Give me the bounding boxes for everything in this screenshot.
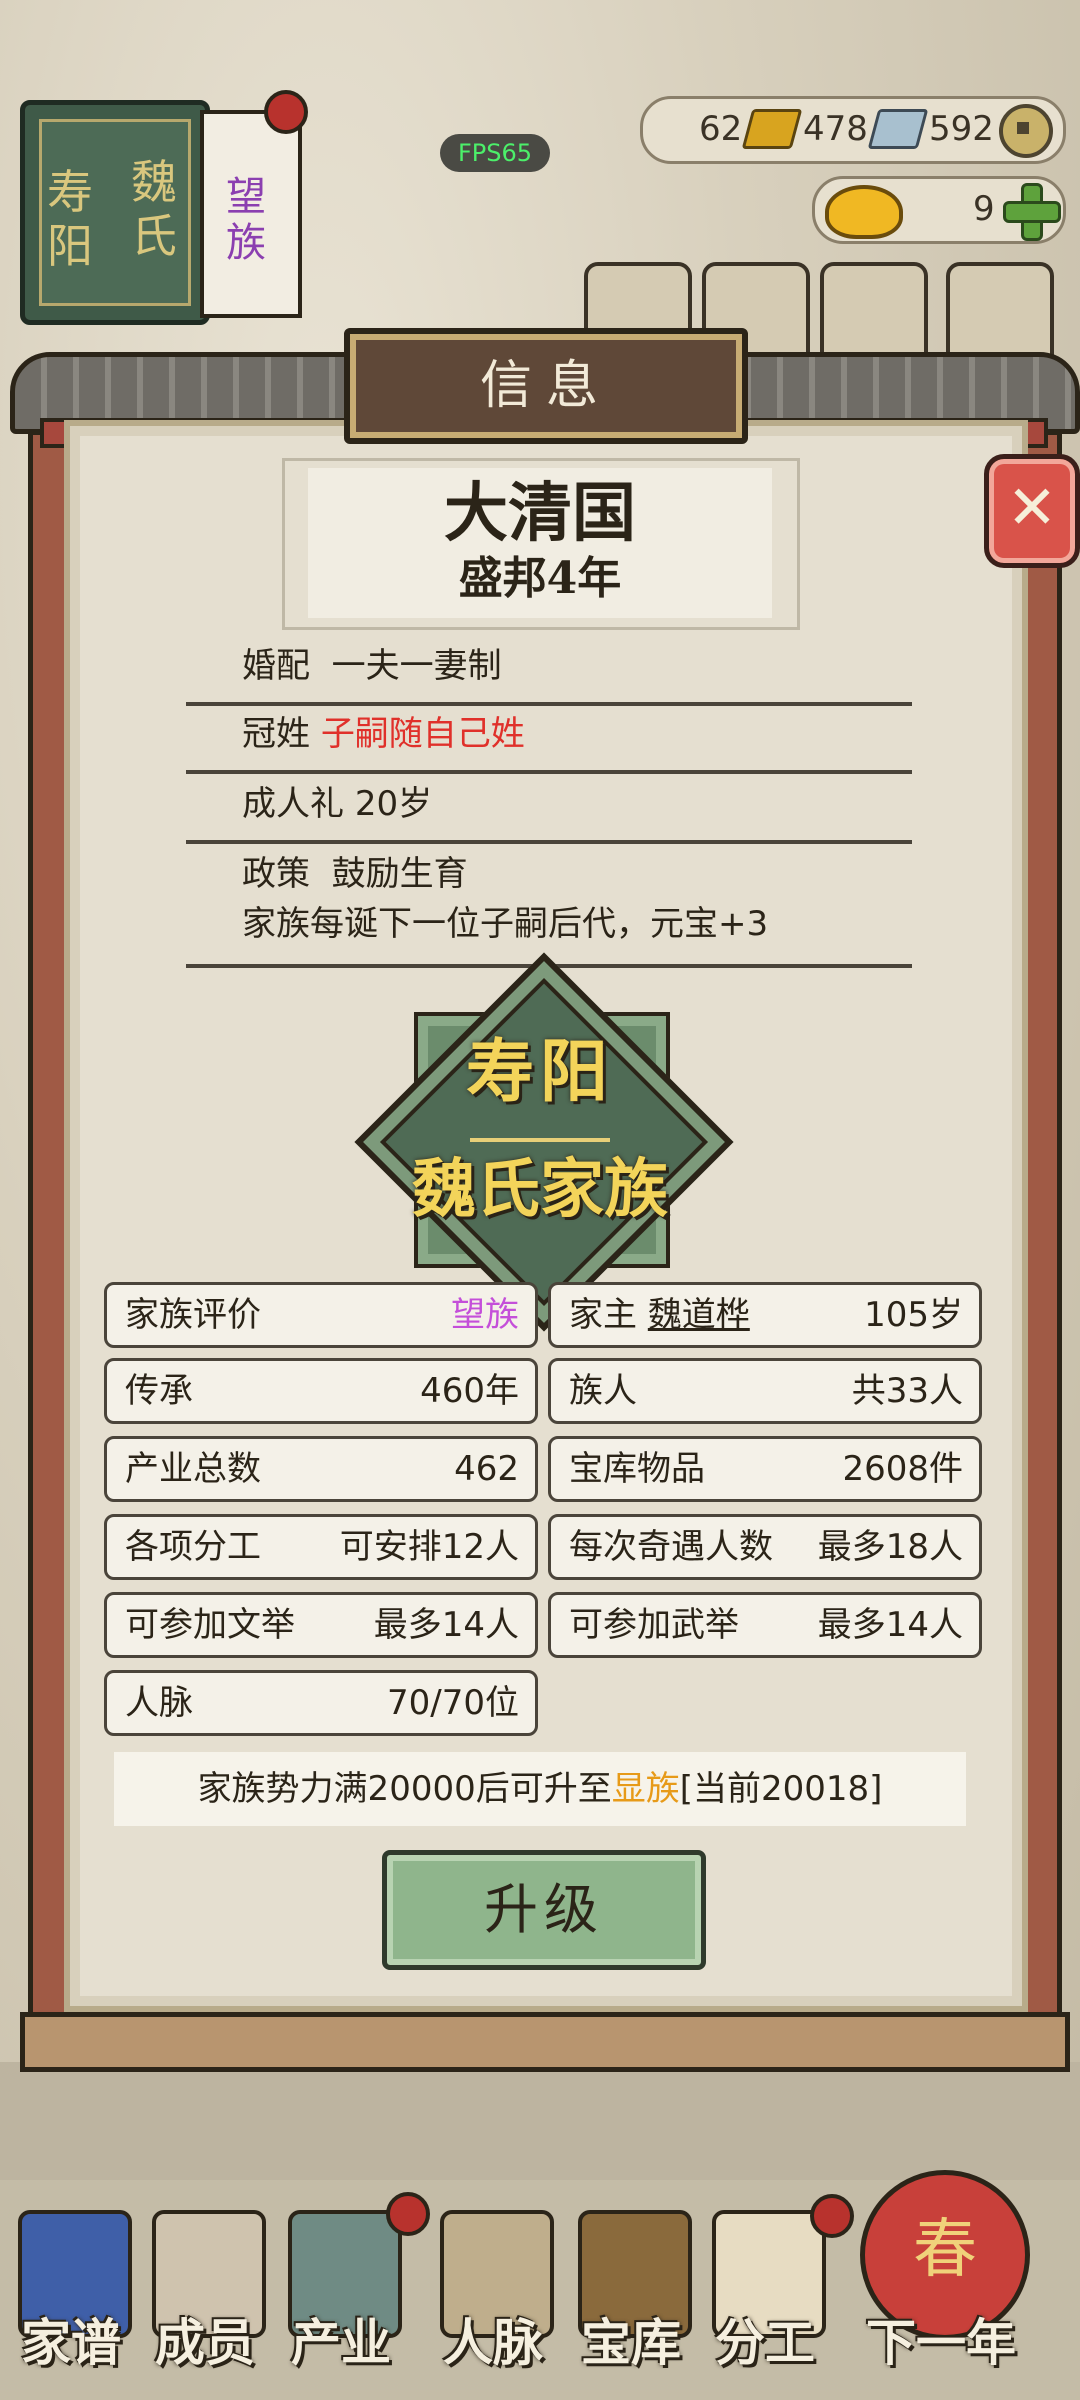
rule-adult-label: 成人礼 [242,784,344,824]
stat-civil-exam: 可参加文举 最多14人 [104,1592,538,1658]
resource-bar: 62 478 592 [640,96,1066,164]
family-book-cover: 寿阳 魏氏 [20,100,210,325]
yuanbao-bar[interactable]: 9 [812,176,1066,244]
gold-count: 62 [699,109,743,149]
nation-era: 盛邦4年 [458,553,622,604]
nav-genealogy[interactable]: 家谱 [6,2200,136,2400]
nav-industry[interactable]: 产业 [276,2192,430,2400]
stat-legacy: 传承 460年 [104,1358,538,1424]
stat-treasury-items: 宝库物品 2608件 [548,1436,982,1502]
rule-marriage: 婚配 一夫一妻制 [186,640,912,706]
family-head-name[interactable]: 魏道桦 [648,1295,750,1335]
stat-members: 族人 共33人 [548,1358,982,1424]
family-book[interactable]: 寿阳 魏氏 望族 [10,90,308,330]
notification-dot [386,2192,430,2236]
rule-policy: 政策 鼓励生育 家族每诞下一位子嗣后代，元宝+3 [186,844,912,968]
family-book-rank: 望族 [226,174,266,266]
stat-family-head: 家主 魏道桦 105岁 [548,1282,982,1348]
emblem-divider [470,1138,610,1142]
nav-treasury[interactable]: 宝库 [566,2200,696,2400]
nav-members[interactable]: 成员 [140,2200,270,2400]
next-rank: 显族 [611,1769,680,1809]
stat-network: 人脉 70/70位 [104,1670,538,1736]
stat-military-exam: 可参加武举 最多14人 [548,1592,982,1658]
stat-industry-total: 产业总数 462 [104,1436,538,1502]
rule-surname-label: 冠姓 [242,714,310,754]
family-head-age: 105岁 [864,1295,963,1335]
rule-marriage-label: 婚配 [242,646,310,686]
fps-counter: FPS65 [440,134,550,172]
close-button[interactable]: ✕ [984,454,1080,568]
family-rating-value: 望族 [451,1295,519,1335]
nation-card: 大清国 盛邦4年 [308,468,772,618]
emblem-family-name: 魏氏家族 [412,1152,668,1227]
notification-dot [264,90,308,134]
rule-policy-desc: 家族每诞下一位子嗣后代，元宝+3 [242,904,769,944]
silver-bar-icon [867,109,929,149]
close-icon: ✕ [1006,473,1058,543]
nav-division[interactable]: 分工 [700,2194,854,2400]
add-yuanbao-icon[interactable] [1003,183,1061,241]
background-street [0,2062,1080,2182]
rule-surname-value: 子嗣随自己姓 [320,714,525,754]
family-book-place: 寿阳 [47,165,93,273]
nav-network[interactable]: 人脉 [428,2200,558,2400]
nav-next-year[interactable]: 下一年 [846,2200,1036,2400]
rule-surname: 冠姓 子嗣随自己姓 [186,704,912,774]
stat-family-rating: 家族评价 望族 [104,1282,538,1348]
family-book-surname: 魏氏 [131,155,177,263]
gold-bar-icon [741,109,803,149]
nation-name: 大清国 [444,476,636,551]
rule-adult-value: 20岁 [354,784,433,824]
coin-count: 592 [929,109,994,149]
yuanbao-icon [825,185,903,239]
emblem-place: 寿阳 [465,1032,614,1112]
stat-encounter: 每次奇遇人数 最多18人 [548,1514,982,1580]
upgrade-button[interactable]: 升级 [382,1850,706,1970]
rule-marriage-value: 一夫一妻制 [331,646,502,686]
silver-count: 478 [803,109,868,149]
rule-policy-label: 政策 [242,854,310,894]
upgrade-requirement: 家族势力满20000后可升至显族[当前20018] [114,1752,966,1826]
rule-adulthood: 成人礼 20岁 [186,774,912,844]
copper-coin-icon [999,104,1053,158]
rule-policy-value: 鼓励生育 [331,854,468,894]
family-book-page: 望族 [200,110,302,318]
stat-division: 各项分工 可安排12人 [104,1514,538,1580]
dialog-base [20,2012,1070,2072]
yuanbao-count: 9 [973,189,995,229]
dialog-title: 信息 [344,328,748,444]
